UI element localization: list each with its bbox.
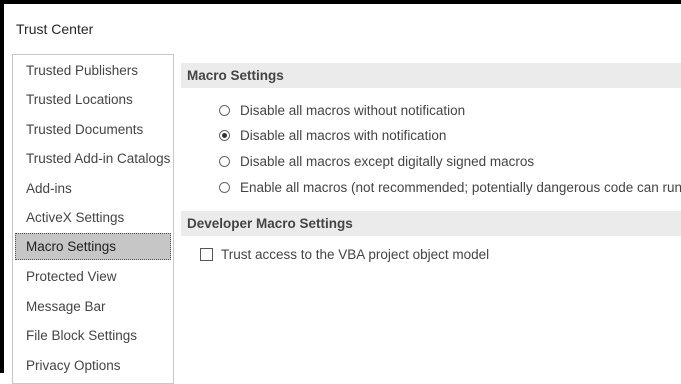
sidebar: Trusted Publishers Trusted Locations Tru… (12, 54, 174, 384)
radio-label: Disable all macros with notification (240, 127, 447, 143)
sidebar-item-trusted-documents[interactable]: Trusted Documents (15, 116, 171, 143)
checkbox-icon[interactable] (200, 247, 213, 261)
radio-label: Disable all macros without notification (240, 102, 466, 118)
sidebar-item-add-ins[interactable]: Add-ins (15, 175, 171, 202)
checkbox-label: Trust access to the VBA project object m… (221, 246, 490, 262)
sidebar-item-file-block-settings[interactable]: File Block Settings (15, 322, 171, 349)
sidebar-item-protected-view[interactable]: Protected View (15, 263, 171, 290)
trust-vba-access-option[interactable]: Trust access to the VBA project object m… (200, 243, 489, 265)
radio-disable-without-notification[interactable]: Disable all macros without notification (219, 99, 465, 121)
radio-button-icon[interactable] (219, 155, 230, 167)
radio-disable-with-notification[interactable]: Disable all macros with notification (219, 124, 446, 146)
sidebar-item-privacy-options[interactable]: Privacy Options (15, 352, 171, 379)
sidebar-item-trusted-locations[interactable]: Trusted Locations (15, 86, 171, 113)
radio-enable-all[interactable]: Enable all macros (not recommended; pote… (219, 176, 681, 198)
developer-macro-settings-header: Developer Macro Settings (181, 211, 681, 236)
dialog-title: Trust Center (16, 21, 94, 37)
radio-disable-except-signed[interactable]: Disable all macros except digitally sign… (219, 150, 534, 172)
sidebar-item-trusted-publishers[interactable]: Trusted Publishers (15, 57, 171, 84)
sidebar-item-trusted-add-in-catalogs[interactable]: Trusted Add-in Catalogs (15, 145, 171, 172)
sidebar-item-macro-settings[interactable]: Macro Settings (15, 233, 171, 260)
macro-settings-header: Macro Settings (181, 63, 681, 88)
radio-button-selected-icon[interactable] (219, 129, 230, 141)
radio-label: Enable all macros (not recommended; pote… (240, 179, 681, 195)
sidebar-item-message-bar[interactable]: Message Bar (15, 293, 171, 320)
radio-label: Disable all macros except digitally sign… (240, 153, 535, 169)
radio-button-icon[interactable] (219, 181, 230, 193)
sidebar-item-activex-settings[interactable]: ActiveX Settings (15, 204, 171, 231)
radio-button-icon[interactable] (219, 104, 230, 116)
